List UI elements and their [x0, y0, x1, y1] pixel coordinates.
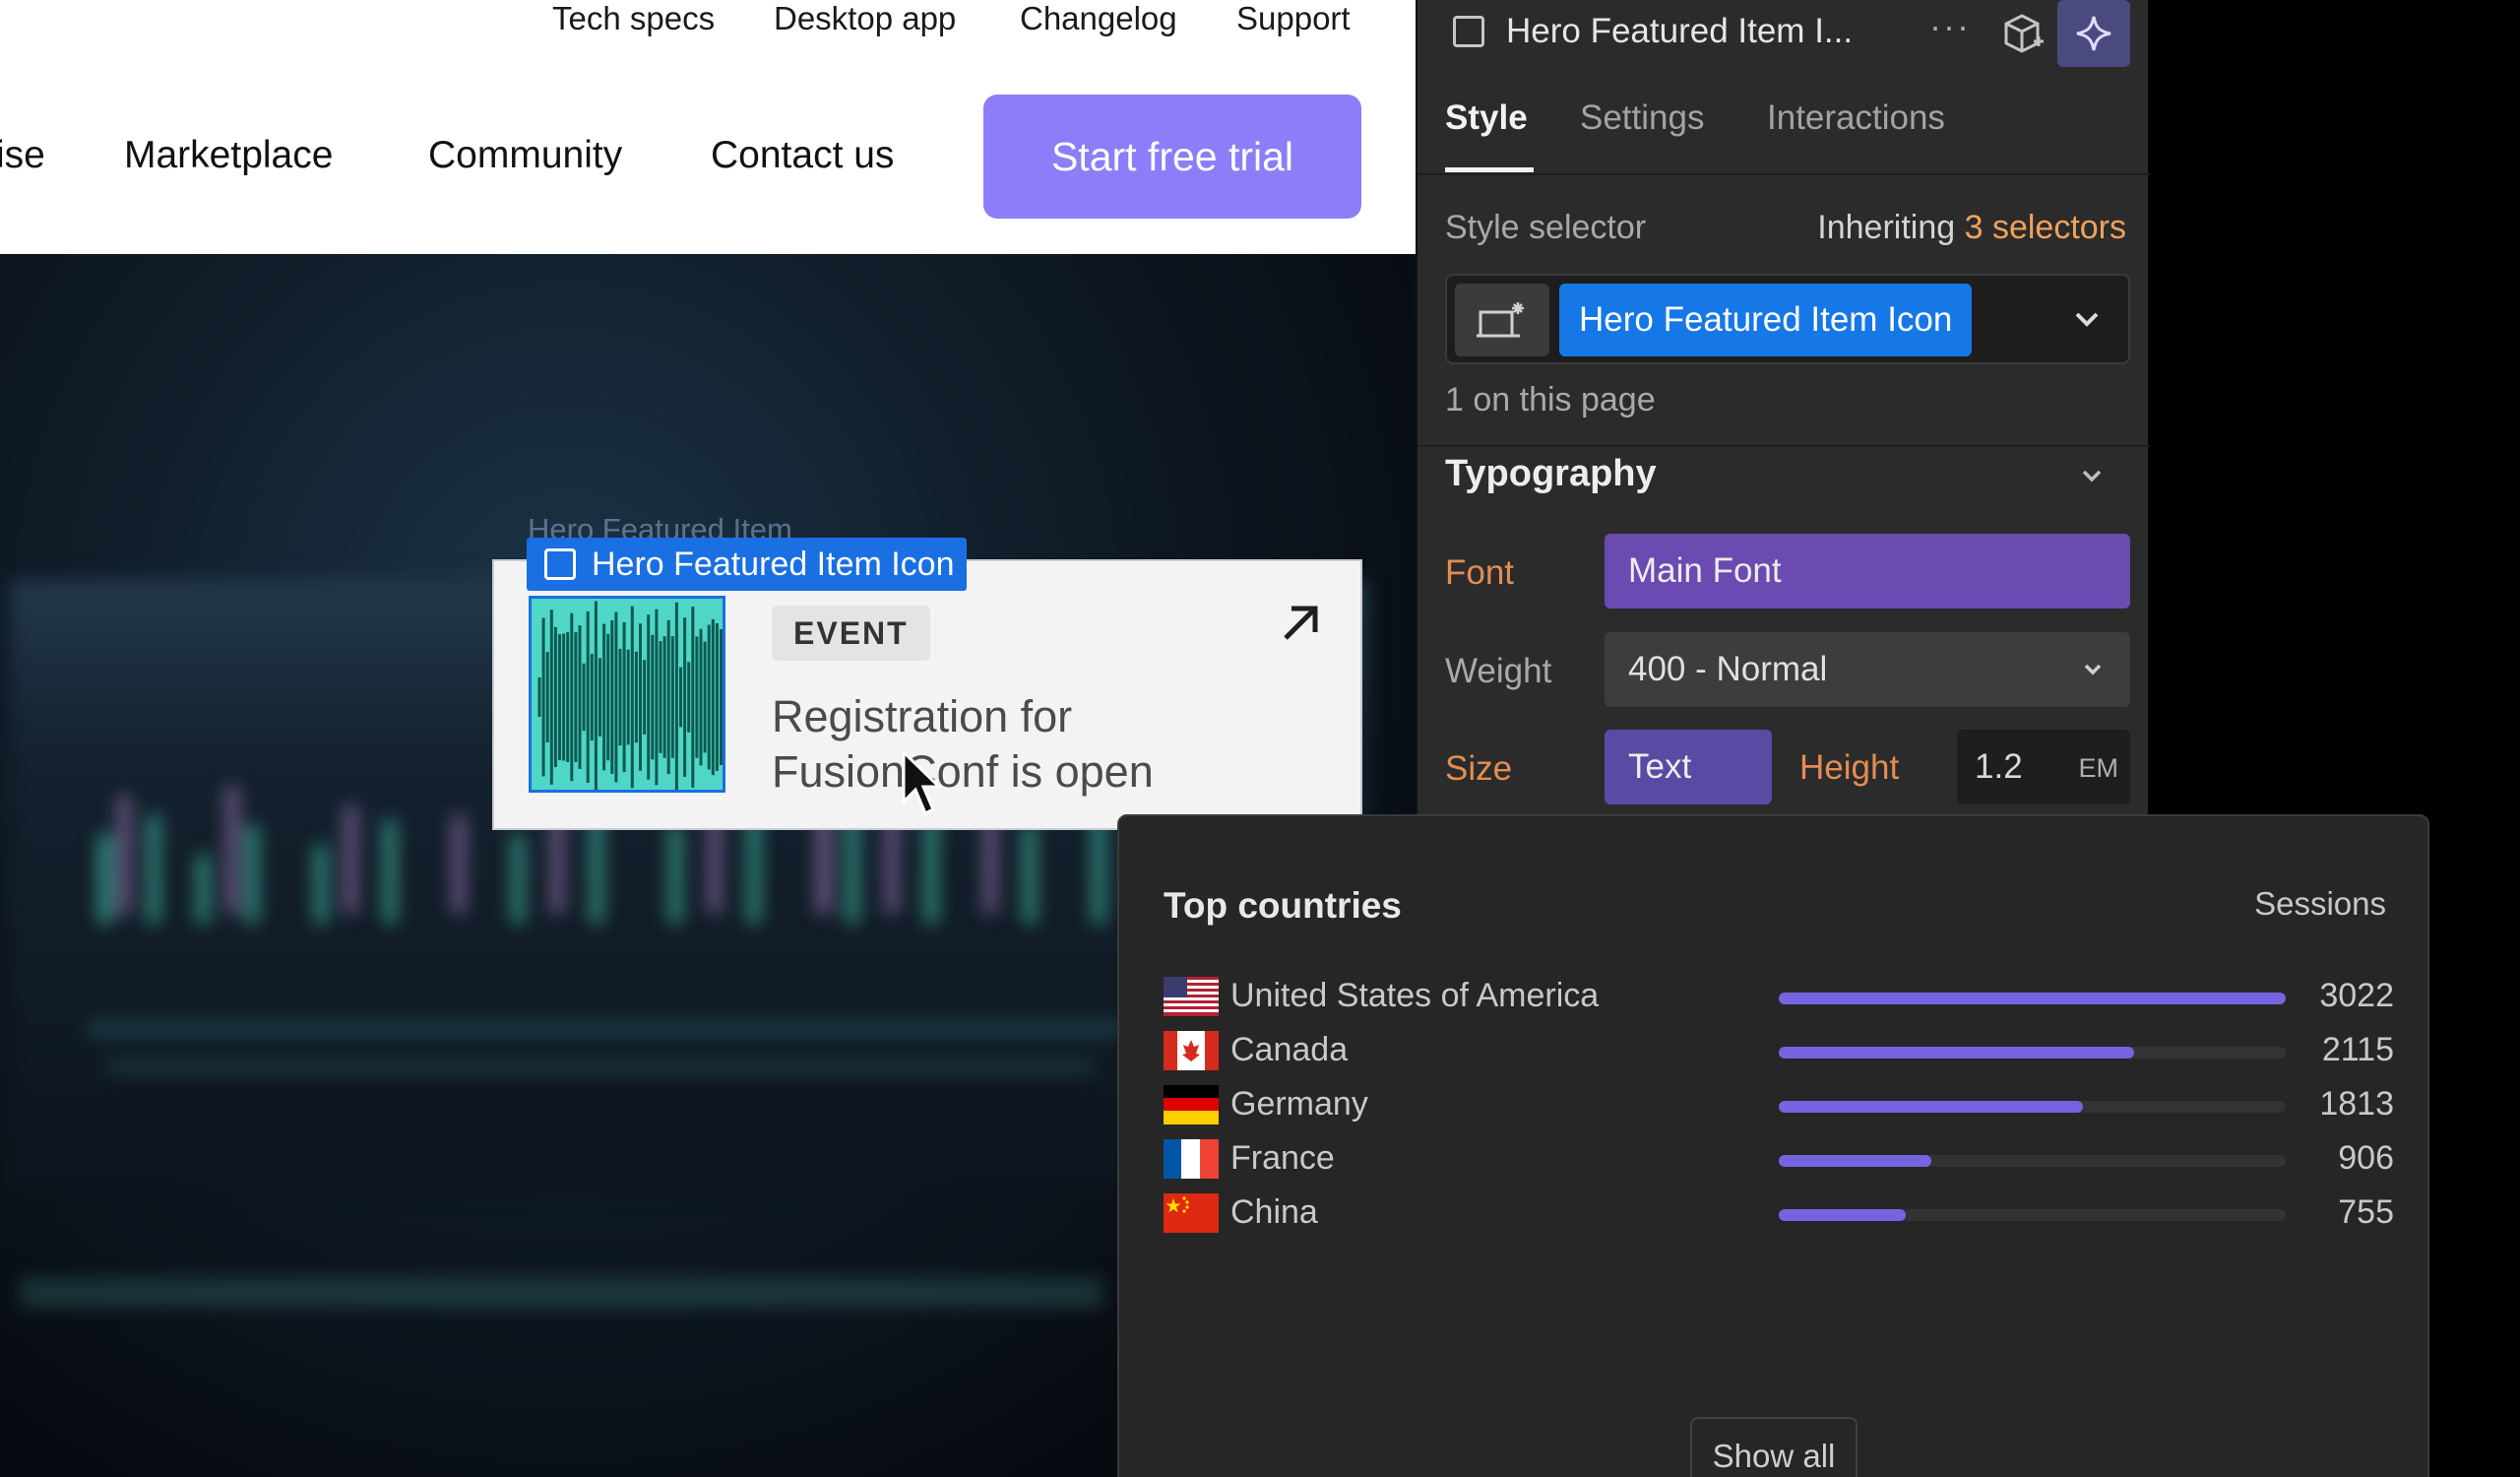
chevron-down-icon: [2084, 664, 2102, 675]
chevron-down-icon[interactable]: [2075, 459, 2109, 492]
component-box-icon[interactable]: [1998, 10, 2046, 57]
line-height-value: 1.2: [1975, 747, 2023, 786]
show-all-button[interactable]: Show all: [1690, 1417, 1858, 1477]
typography-heading[interactable]: Typography: [1445, 453, 1657, 495]
inheriting-count[interactable]: 3 selectors: [1965, 209, 2126, 246]
card-title: Registration for FusionConf is open: [772, 691, 1154, 797]
font-select[interactable]: Main Font: [1605, 534, 2130, 609]
nav-link-tech-specs[interactable]: Tech specs: [552, 0, 715, 37]
selected-element-tag: Hero Featured Item Icon: [527, 538, 967, 591]
country-row: Germany 1813: [1164, 1082, 2394, 1131]
metric-label: Sessions: [2254, 885, 2386, 922]
tab-interactions[interactable]: Interactions: [1767, 98, 1945, 138]
sessions-bar: [1779, 1155, 1931, 1167]
country-row: Canada 2115: [1164, 1028, 2394, 1077]
divider: [1418, 173, 2150, 175]
hero-featured-item-icon[interactable]: [529, 596, 725, 793]
sessions-bar: [1779, 993, 2286, 1004]
france-flag-icon: [1164, 1139, 1219, 1179]
sessions-value: 1813: [2319, 1085, 2394, 1123]
nav-link-community[interactable]: Community: [428, 134, 622, 177]
country-name: Germany: [1230, 1085, 1368, 1123]
country-row: United States of America 3022: [1164, 974, 2394, 1023]
sessions-bar: [1779, 1101, 2083, 1113]
selector-field[interactable]: Hero Featured Item Icon: [1445, 274, 2130, 364]
font-label: Font: [1445, 553, 1515, 592]
nav-link-changelog[interactable]: Changelog: [1020, 0, 1177, 37]
selector-chip[interactable]: Hero Featured Item Icon: [1559, 284, 1973, 356]
audio-waveform-icon: [537, 601, 723, 790]
start-free-trial-button[interactable]: Start free trial: [983, 95, 1361, 219]
mouse-cursor-icon: [902, 750, 941, 816]
size-input[interactable]: Text: [1605, 730, 1772, 804]
nav-link-enterprise[interactable]: ise: [0, 134, 45, 177]
sessions-bar-track: [1779, 993, 2286, 1004]
selected-element-label: Hero Featured Item Icon: [592, 545, 955, 583]
selector-type-button[interactable]: [1455, 284, 1549, 356]
weight-select[interactable]: 400 - Normal: [1605, 632, 2130, 707]
country-name: France: [1230, 1139, 1335, 1177]
element-icon: [544, 548, 576, 580]
sessions-value: 755: [2338, 1193, 2394, 1231]
card-title: Top countries: [1164, 885, 1402, 926]
class-selector-icon: [1477, 302, 1524, 338]
event-badge: EVENT: [772, 606, 930, 661]
tab-style[interactable]: Style: [1445, 98, 1528, 138]
china-flag-icon: [1164, 1193, 1219, 1233]
line-height-unit[interactable]: EM: [2079, 753, 2119, 784]
sessions-bar: [1779, 1209, 1906, 1221]
canada-flag-icon: [1164, 1031, 1219, 1070]
nav-link-support[interactable]: Support: [1236, 0, 1351, 37]
sessions-bar: [1779, 1047, 2134, 1059]
sessions-value: 3022: [2319, 977, 2394, 1014]
style-selector-label: Style selector: [1445, 209, 1647, 246]
sparkle-icon: [2076, 16, 2111, 51]
sessions-bar-track: [1779, 1047, 2286, 1059]
size-label: Size: [1445, 749, 1513, 788]
country-name: China: [1230, 1193, 1318, 1231]
element-icon: [1453, 16, 1484, 47]
active-tab-indicator: [1445, 167, 1534, 172]
sessions-value: 906: [2338, 1139, 2394, 1177]
germany-flag-icon: [1164, 1085, 1219, 1124]
divider: [1418, 445, 2150, 447]
us-flag-icon: [1164, 977, 1219, 1016]
panel-header: Hero Featured Item I... ···: [1418, 0, 2150, 67]
country-name: United States of America: [1230, 977, 1600, 1014]
ai-assistant-button[interactable]: [2057, 0, 2130, 67]
inheriting-prefix: Inheriting: [1817, 209, 1956, 246]
sessions-value: 2115: [2321, 1031, 2394, 1068]
on-page-count: 1 on this page: [1445, 381, 1656, 418]
arrow-up-right-icon[interactable]: [1278, 601, 1323, 646]
line-height-input[interactable]: 1.2 EM: [1957, 730, 2130, 804]
nav-link-marketplace[interactable]: Marketplace: [124, 134, 333, 177]
background-glow: [20, 1278, 1102, 1308]
top-countries-card: Top countries Sessions United States of …: [1117, 814, 2429, 1477]
utility-nav: Tech specs Desktop app Changelog Support: [0, 0, 1416, 57]
country-row: France 906: [1164, 1136, 2394, 1186]
line-height-label: Height: [1799, 748, 1900, 787]
country-name: Canada: [1230, 1031, 1349, 1068]
sessions-bar-track: [1779, 1155, 2286, 1167]
sessions-bar-track: [1779, 1101, 2286, 1113]
panel-element-title: Hero Featured Item I...: [1506, 12, 1854, 50]
country-row: China 755: [1164, 1190, 2394, 1240]
sessions-bar-track: [1779, 1209, 2286, 1221]
chevron-down-icon[interactable]: [2067, 299, 2107, 339]
weight-value: 400 - Normal: [1628, 650, 1828, 688]
weight-label: Weight: [1445, 652, 1552, 690]
more-options-icon[interactable]: ···: [1929, 6, 1971, 47]
nav-link-contact-us[interactable]: Contact us: [711, 134, 894, 177]
tab-settings[interactable]: Settings: [1580, 98, 1704, 138]
nav-link-desktop-app[interactable]: Desktop app: [774, 0, 956, 37]
inheriting-selectors[interactable]: Inheriting 3 selectors: [1817, 209, 2126, 247]
